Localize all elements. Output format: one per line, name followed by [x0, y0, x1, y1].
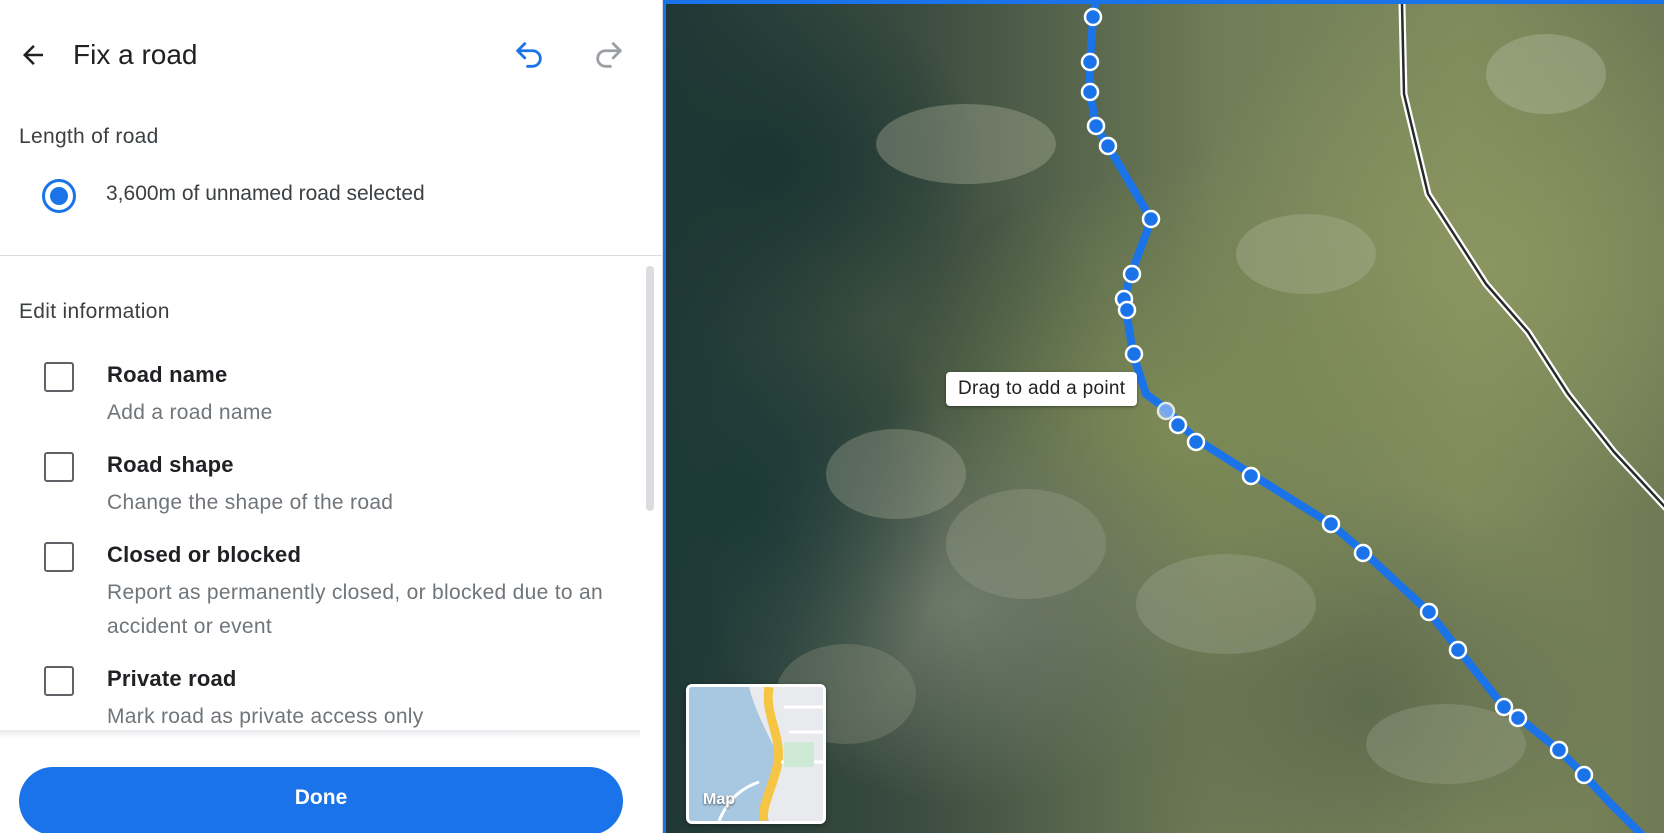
- drag-tooltip: Drag to add a point: [946, 372, 1138, 406]
- length-of-road-label: Length of road: [19, 125, 159, 148]
- scrollbar[interactable]: [642, 256, 656, 736]
- road-name-checkbox[interactable]: [44, 362, 74, 392]
- edit-information-label: Edit information: [19, 300, 170, 323]
- page-title: Fix a road: [73, 39, 198, 70]
- closed-or-blocked-checkbox[interactable]: [44, 542, 74, 572]
- arrow-back-icon: [23, 45, 43, 65]
- length-radio[interactable]: [42, 179, 76, 213]
- option-description: Report as permanently closed, or blocked…: [107, 581, 603, 638]
- redo-button[interactable]: [588, 34, 630, 76]
- road-shape-checkbox[interactable]: [44, 452, 74, 482]
- option-title: Closed or blocked: [107, 542, 302, 567]
- option-description: Change the shape of the road: [107, 491, 394, 514]
- done-button[interactable]: Done: [19, 767, 623, 833]
- length-selection-row[interactable]: 3,600m of unnamed road selected: [42, 178, 425, 214]
- panel-header: Fix a road: [0, 0, 662, 108]
- option-description: Add a road name: [107, 401, 273, 424]
- route-points[interactable]: [1080, 7, 1594, 785]
- radio-selected-dot: [50, 187, 68, 205]
- back-button[interactable]: [14, 36, 52, 74]
- edit-information-list[interactable]: Edit information Road name Add a road na…: [0, 256, 640, 736]
- scrollbar-thumb[interactable]: [646, 266, 654, 511]
- undo-button[interactable]: [508, 34, 550, 76]
- ghost-add-point[interactable]: [1156, 401, 1176, 421]
- map-layer-toggle[interactable]: Map: [686, 684, 826, 824]
- option-description: Mark road as private access only: [107, 705, 424, 728]
- option-title: Private road: [107, 666, 237, 691]
- map-layer-label: Map: [703, 791, 735, 808]
- fix-road-panel: Fix a road Length of road 3,600m of unna…: [0, 0, 663, 833]
- undo-icon: [516, 42, 542, 68]
- option-title: Road name: [107, 362, 228, 387]
- scroll-shadow: [0, 730, 640, 738]
- length-selection-text: 3,600m of unnamed road selected: [106, 182, 425, 205]
- option-title: Road shape: [107, 452, 234, 477]
- private-road-checkbox[interactable]: [44, 666, 74, 696]
- satellite-map[interactable]: Drag to add a point Map: [663, 0, 1664, 833]
- redo-icon: [596, 42, 622, 68]
